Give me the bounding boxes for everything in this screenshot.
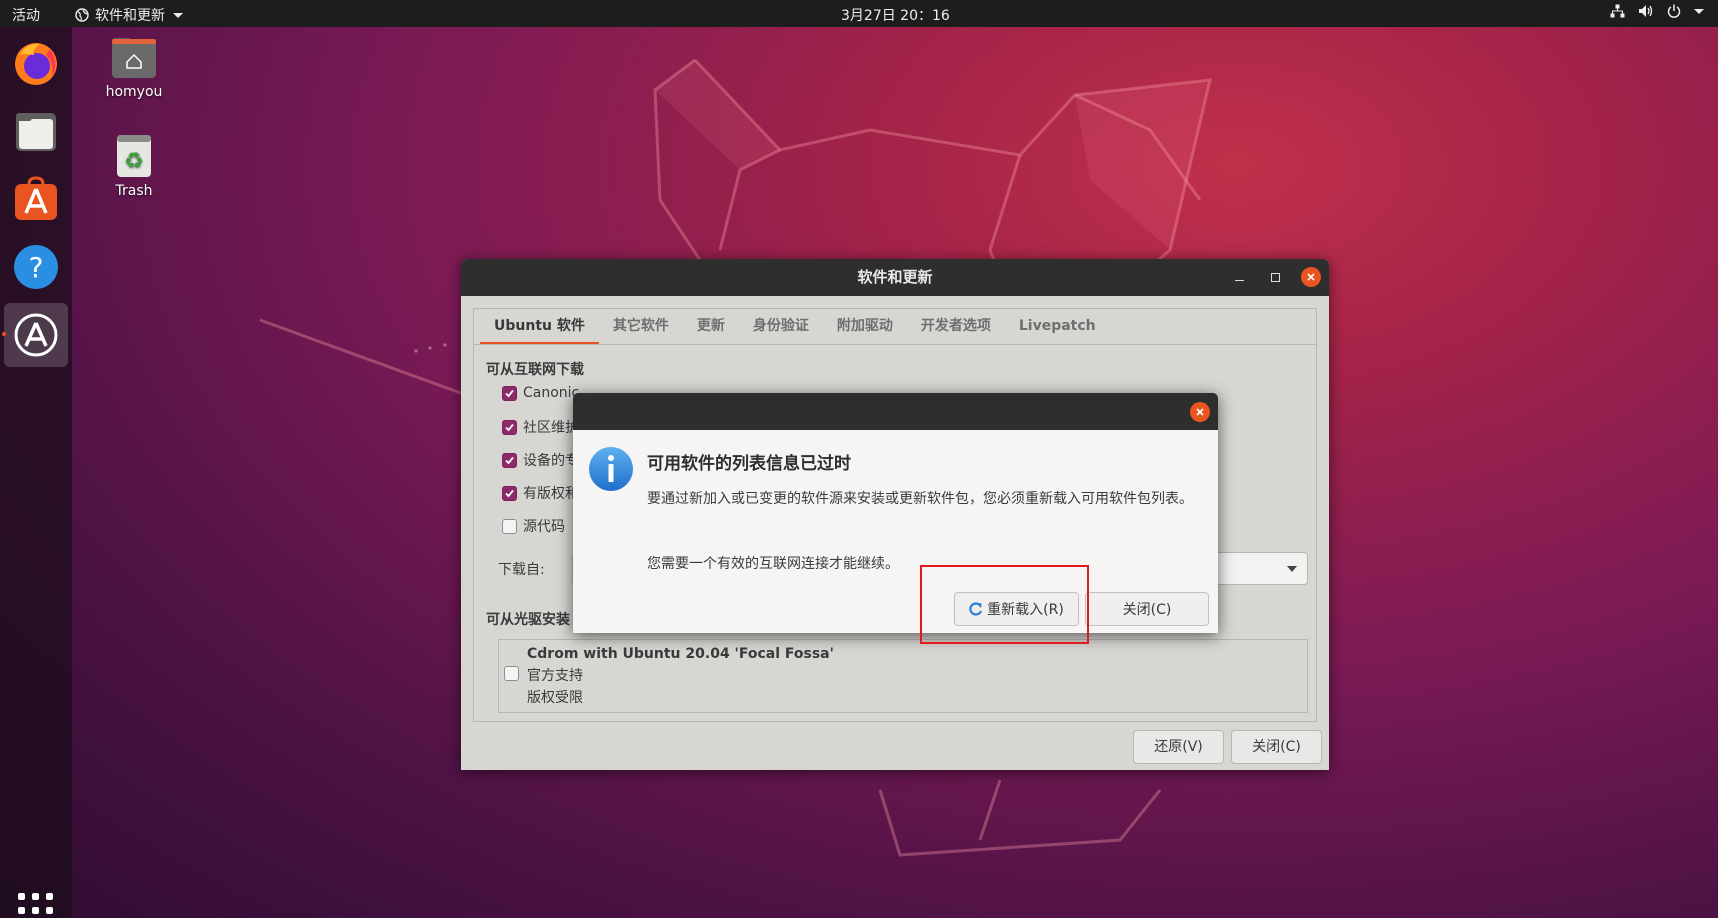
trash-icon: ♻ bbox=[117, 135, 151, 177]
checkbox-label: 社区维护 bbox=[523, 420, 579, 436]
software-launcher[interactable] bbox=[4, 167, 68, 231]
firefox-icon bbox=[15, 43, 57, 85]
svg-text:♻: ♻ bbox=[124, 149, 144, 174]
dialog-close-text-button[interactable]: 关闭(C) bbox=[1085, 592, 1209, 626]
tab-developer-options[interactable]: 开发者选项 bbox=[907, 309, 1005, 344]
trash-label: Trash bbox=[115, 183, 153, 199]
firefox-launcher[interactable] bbox=[4, 31, 68, 95]
checkbox-label: 源代码 bbox=[523, 519, 565, 535]
tab-livepatch[interactable]: Livepatch bbox=[1005, 309, 1110, 344]
tab-other-software[interactable]: 其它软件 bbox=[599, 309, 683, 344]
system-tray[interactable] bbox=[1610, 4, 1704, 18]
checkbox-checked-icon bbox=[502, 419, 517, 435]
clock[interactable]: 3月27日 20：16 bbox=[841, 5, 950, 25]
download-from-row: 下载自: bbox=[498, 559, 545, 579]
tab-ubuntu-software[interactable]: Ubuntu 软件 bbox=[480, 309, 599, 344]
close-icon bbox=[1307, 273, 1315, 281]
window-close-button[interactable] bbox=[1301, 267, 1321, 287]
checkbox-label: 有版权和 bbox=[523, 486, 579, 502]
cdrom-list: Cdrom with Ubuntu 20.04 'Focal Fossa' 官方… bbox=[498, 639, 1308, 713]
tab-updates[interactable]: 更新 bbox=[683, 309, 739, 344]
dock: ? bbox=[0, 27, 72, 918]
chevron-down-icon bbox=[173, 12, 183, 18]
checkbox-source-code[interactable]: 源代码 bbox=[502, 516, 565, 536]
revert-button[interactable]: 还原(V) bbox=[1133, 730, 1224, 764]
desktop-home-folder[interactable]: homyou bbox=[89, 36, 179, 100]
svg-text:?: ? bbox=[29, 251, 44, 284]
files-launcher[interactable] bbox=[4, 99, 68, 163]
dialog-close-button-label: 关闭(C) bbox=[1122, 602, 1172, 618]
help-icon: ? bbox=[14, 245, 58, 289]
app-menu[interactable]: 软件和更新 bbox=[75, 5, 183, 25]
download-from-label: 下载自: bbox=[498, 562, 545, 578]
activities-button[interactable]: 活动 bbox=[12, 5, 40, 25]
maximize-button[interactable] bbox=[1265, 267, 1285, 287]
software-updates-icon bbox=[14, 313, 58, 357]
checkbox-checked-icon bbox=[502, 385, 517, 401]
checkbox-unchecked-icon bbox=[502, 518, 517, 534]
home-folder-icon bbox=[112, 38, 156, 78]
chevron-down-icon bbox=[1287, 566, 1297, 572]
dialog-heading: 可用软件的列表信息已过时 bbox=[647, 454, 851, 474]
info-icon bbox=[589, 447, 633, 491]
minimize-icon bbox=[1234, 279, 1244, 281]
tab-additional-drivers[interactable]: 附加驱动 bbox=[823, 309, 907, 344]
network-icon bbox=[1610, 4, 1625, 18]
window-titlebar[interactable]: 软件和更新 bbox=[461, 259, 1329, 296]
outdated-info-dialog: 可用软件的列表信息已过时 要通过新加入或已变更的软件源来安装或更新软件包，您必须… bbox=[573, 393, 1218, 633]
volume-icon bbox=[1639, 5, 1653, 17]
cdrom-title: Cdrom with Ubuntu 20.04 'Focal Fossa' bbox=[527, 646, 834, 662]
top-bar: 活动 软件和更新 3月27日 20：16 bbox=[0, 0, 1718, 27]
software-updates-launcher[interactable] bbox=[4, 303, 68, 367]
checkbox-label: Canonic bbox=[523, 385, 580, 401]
internet-section-label: 可从互联网下载 bbox=[486, 362, 584, 378]
window-close-button-bottom[interactable]: 关闭(C) bbox=[1231, 730, 1322, 764]
cdrom-list-item: Cdrom with Ubuntu 20.04 'Focal Fossa' 官方… bbox=[527, 643, 834, 709]
minimize-button[interactable] bbox=[1229, 267, 1249, 287]
close-icon bbox=[1196, 408, 1204, 416]
cdrom-section-label: 可从光驱安装 bbox=[486, 612, 570, 628]
power-icon bbox=[1667, 4, 1681, 18]
running-indicator bbox=[2, 332, 6, 336]
desktop-trash[interactable]: ♻ Trash bbox=[89, 133, 179, 199]
dialog-close-button[interactable] bbox=[1190, 402, 1210, 422]
checkbox-restricted[interactable]: 有版权和 bbox=[502, 483, 579, 503]
show-applications-button[interactable] bbox=[18, 893, 54, 918]
tab-bar: Ubuntu 软件 其它软件 更新 身份验证 附加驱动 开发者选项 Livepa… bbox=[474, 309, 1316, 345]
cdrom-line-2: 版权受限 bbox=[527, 690, 583, 706]
window-title: 软件和更新 bbox=[857, 268, 933, 286]
checkbox-drivers[interactable]: 设备的专 bbox=[502, 450, 579, 470]
globe-icon bbox=[75, 8, 89, 22]
checkbox-checked-icon bbox=[502, 485, 517, 501]
annotation-highlight-box bbox=[920, 565, 1089, 644]
help-launcher[interactable]: ? bbox=[4, 235, 68, 299]
checkbox-label: 设备的专 bbox=[523, 453, 579, 469]
software-center-icon bbox=[15, 176, 57, 220]
dialog-titlebar[interactable] bbox=[573, 393, 1218, 430]
checkbox-canonical[interactable]: Canonic bbox=[502, 385, 579, 401]
tab-authentication[interactable]: 身份验证 bbox=[739, 309, 823, 344]
checkbox-community[interactable]: 社区维护 bbox=[502, 417, 579, 437]
home-folder-label: homyou bbox=[105, 84, 163, 100]
maximize-icon bbox=[1270, 272, 1280, 282]
chevron-down-icon bbox=[1694, 8, 1704, 14]
checkbox-checked-icon bbox=[502, 452, 517, 468]
dialog-body: 要通过新加入或已变更的软件源来安装或更新软件包，您必须重新载入可用软件包列表。 bbox=[647, 491, 1193, 507]
files-icon bbox=[16, 113, 56, 151]
app-menu-label: 软件和更新 bbox=[95, 8, 165, 24]
cdrom-checkbox[interactable] bbox=[504, 666, 519, 681]
dialog-note: 您需要一个有效的互联网连接才能继续。 bbox=[647, 556, 899, 572]
cdrom-line-1: 官方支持 bbox=[527, 668, 583, 684]
